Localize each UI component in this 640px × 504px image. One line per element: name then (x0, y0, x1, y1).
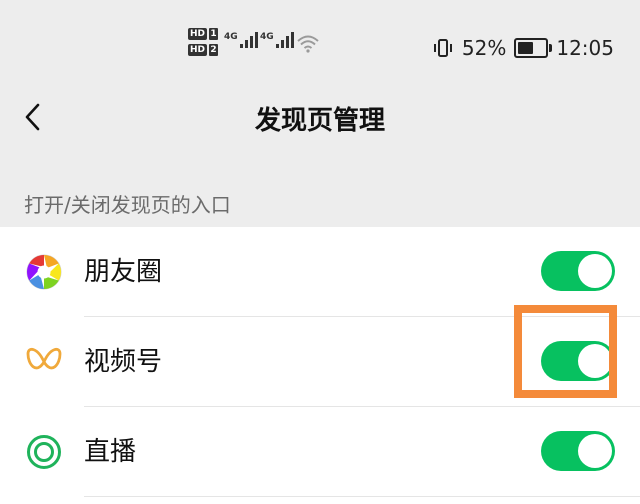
list-item-label: 朋友圈 (84, 257, 163, 287)
section-hint: 打开/关闭发现页的入口 (24, 193, 231, 217)
list-item-label: 直播 (84, 437, 137, 467)
nav-bar: 发现页管理 (0, 92, 640, 142)
vibrate-icon (433, 39, 452, 57)
divider (84, 496, 640, 497)
sim2-hd-icon: HD 2 (188, 44, 219, 56)
signal-icon-2: 4G (260, 32, 296, 48)
sim-indicators: HD 1 HD 2 (188, 28, 219, 56)
battery-percent: 52% (461, 36, 507, 60)
clock: 12:05 (556, 36, 614, 60)
moments-toggle[interactable] (541, 251, 615, 291)
sim1-hd-icon: HD 1 (188, 28, 219, 40)
signal-icon: 4G (224, 32, 260, 48)
highlight-box (514, 305, 617, 398)
wifi-icon (297, 35, 319, 53)
status-bar: HD 1 HD 2 4G 4G 52% 12:05 (0, 0, 640, 92)
status-right-group: 52% 12:05 (432, 36, 614, 60)
moments-aperture-icon (26, 254, 62, 290)
battery-icon (514, 38, 553, 58)
list-item-label: 视频号 (84, 347, 163, 377)
live-toggle[interactable] (541, 431, 615, 471)
live-ring-icon (27, 435, 61, 469)
list-item-live[interactable]: 直播 (0, 407, 640, 496)
page-title: 发现页管理 (254, 106, 385, 136)
list-item-moments[interactable]: 朋友圈 (0, 227, 640, 316)
channels-butterfly-icon (26, 347, 62, 370)
